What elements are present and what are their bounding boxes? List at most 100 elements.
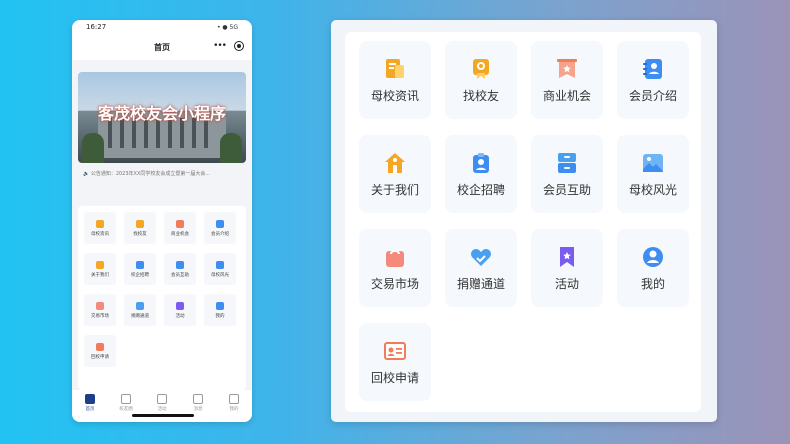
home-icon	[85, 394, 95, 404]
menu-item-label: 回校申请	[370, 370, 419, 385]
menu-item[interactable]: 会员互助	[531, 135, 603, 213]
status-time: 16:27	[86, 23, 107, 31]
mini-menu-label: 关于我们	[91, 272, 109, 278]
user-circle-icon	[641, 245, 665, 269]
mini-menu-label: 母校资讯	[91, 231, 109, 237]
menu-item[interactable]: 我的	[617, 229, 689, 307]
mini-menu-label: 交易市场	[91, 313, 109, 319]
menu-item[interactable]: 交易市场	[359, 229, 431, 307]
menu-item-label: 母校资讯	[370, 88, 419, 103]
menu-item-label: 校企招聘	[456, 182, 505, 197]
tab-label: 校友圈	[119, 407, 133, 412]
tab-bar: 首页 校友圈 活动 消息 我的	[72, 390, 252, 422]
mini-menu-item[interactable]: 会员互助	[164, 253, 196, 285]
menu-item[interactable]: 关于我们	[359, 135, 431, 213]
mini-menu-icon	[136, 219, 144, 228]
mini-menu-item[interactable]: 我的	[204, 294, 236, 326]
banner-icon	[555, 57, 579, 81]
home-indicator	[132, 414, 194, 417]
menu-item-label: 会员互助	[542, 182, 591, 197]
tab-label: 首页	[85, 407, 95, 412]
tab-label: 我的	[229, 407, 239, 412]
menu-item[interactable]: 回校申请	[359, 323, 431, 401]
banner-image[interactable]: 客茂校友会小程序	[78, 72, 246, 163]
mini-menu-item[interactable]: 母校风光	[204, 253, 236, 285]
menu-item-label: 关于我们	[370, 182, 419, 197]
heart-hand-icon	[469, 245, 493, 269]
mini-menu-icon	[176, 219, 184, 228]
menu-panel-inner: 母校资讯 找校友 商业机会 会员介绍关于我们 校企招聘 会员互助 母校风光交易市场 捐赠通道 活…	[345, 32, 701, 412]
mini-menu-item[interactable]: 商业机会	[164, 212, 196, 244]
tab-label: 活动	[157, 407, 167, 412]
mini-menu-card: 母校资讯 找校友 商业机会 会员介绍关于我们 校企招聘 会员互助 母校风光交易市场 捐赠通道 活…	[78, 206, 246, 390]
tab-item[interactable]: 校友圈	[111, 394, 141, 412]
mini-menu-icon	[96, 342, 104, 351]
menu-item[interactable]: 找校友	[445, 41, 517, 119]
menu-item-label: 会员介绍	[628, 88, 677, 103]
mini-menu-item[interactable]: 活动	[164, 294, 196, 326]
mini-menu-label: 我的	[215, 313, 225, 319]
menu-item-label: 我的	[640, 276, 665, 291]
mini-menu-icon	[176, 260, 184, 269]
mini-menu-icon	[136, 301, 144, 310]
menu-item-label: 商业机会	[542, 88, 591, 103]
mini-menu-icon	[216, 260, 224, 269]
tab-item[interactable]: 活动	[147, 394, 177, 412]
mini-menu-item[interactable]: 校企招聘	[124, 253, 156, 285]
banner-title: 客茂校友会小程序	[97, 104, 226, 123]
house-icon	[383, 151, 407, 175]
tab-item[interactable]: 消息	[183, 394, 213, 412]
menu-item-label: 交易市场	[370, 276, 419, 291]
tab-label: 消息	[193, 407, 203, 412]
mini-menu-item[interactable]: 捐赠通道	[124, 294, 156, 326]
mini-menu-item[interactable]: 关于我们	[84, 253, 116, 285]
menu-item-label: 捐赠通道	[456, 276, 505, 291]
bookmark-star-icon	[555, 245, 579, 269]
contacts-icon	[641, 57, 665, 81]
tab-item[interactable]: 我的	[219, 394, 249, 412]
phone-preview: 16:27 • ● 5G 首页 ••• 客茂校友会小程序 🔈 公告通知：2023…	[72, 20, 252, 422]
mini-menu-label: 活动	[175, 313, 185, 319]
mini-menu-item[interactable]: 回校申请	[84, 335, 116, 367]
menu-item[interactable]: 母校风光	[617, 135, 689, 213]
menu-item-label: 母校风光	[628, 182, 677, 197]
mini-menu-icon	[96, 301, 104, 310]
tab-item[interactable]: 首页	[75, 394, 105, 412]
menu-item[interactable]: 母校资讯	[359, 41, 431, 119]
menu-item[interactable]: 校企招聘	[445, 135, 517, 213]
menu-item[interactable]: 会员介绍	[617, 41, 689, 119]
mini-menu-label: 会员互助	[171, 272, 189, 278]
mini-menu-label: 会员介绍	[211, 231, 229, 237]
nav-bar: 首页 •••	[72, 34, 252, 60]
close-target-icon[interactable]	[234, 41, 244, 51]
mini-menu-icon	[96, 219, 104, 228]
notice-bar[interactable]: 🔈 公告通知：2023年XX同学校友会成立暨第一届大会...	[78, 166, 246, 180]
news-icon	[383, 57, 407, 81]
message-icon	[193, 394, 203, 404]
mini-menu-label: 母校风光	[211, 272, 229, 278]
activity-icon	[157, 394, 167, 404]
menu-item-label: 找校友	[462, 88, 499, 103]
mini-menu-icon	[176, 301, 184, 310]
menu-item[interactable]: 活动	[531, 229, 603, 307]
mini-menu-label: 回校申请	[91, 354, 109, 360]
mini-menu-icon	[216, 301, 224, 310]
mini-menu-item[interactable]: 交易市场	[84, 294, 116, 326]
mini-menu-item[interactable]: 会员介绍	[204, 212, 236, 244]
capsule-menu: •••	[213, 41, 244, 51]
badge-icon	[469, 57, 493, 81]
mini-menu-grid: 母校资讯 找校友 商业机会 会员介绍关于我们 校企招聘 会员互助 母校风光交易市场 捐赠通道 活…	[84, 212, 236, 367]
shopping-bag-icon	[383, 245, 407, 269]
mini-menu-item[interactable]: 母校资讯	[84, 212, 116, 244]
mini-menu-icon	[216, 219, 224, 228]
menu-item-label: 活动	[554, 276, 579, 291]
page-title: 首页	[154, 42, 170, 52]
mini-menu-label: 找校友	[133, 231, 147, 237]
status-bar: 16:27 • ● 5G	[72, 20, 252, 34]
mini-menu-item[interactable]: 找校友	[124, 212, 156, 244]
more-icon[interactable]: •••	[213, 41, 227, 51]
id-card-icon	[383, 339, 407, 363]
menu-item[interactable]: 商业机会	[531, 41, 603, 119]
menu-item[interactable]: 捐赠通道	[445, 229, 517, 307]
mini-menu-icon	[96, 260, 104, 269]
